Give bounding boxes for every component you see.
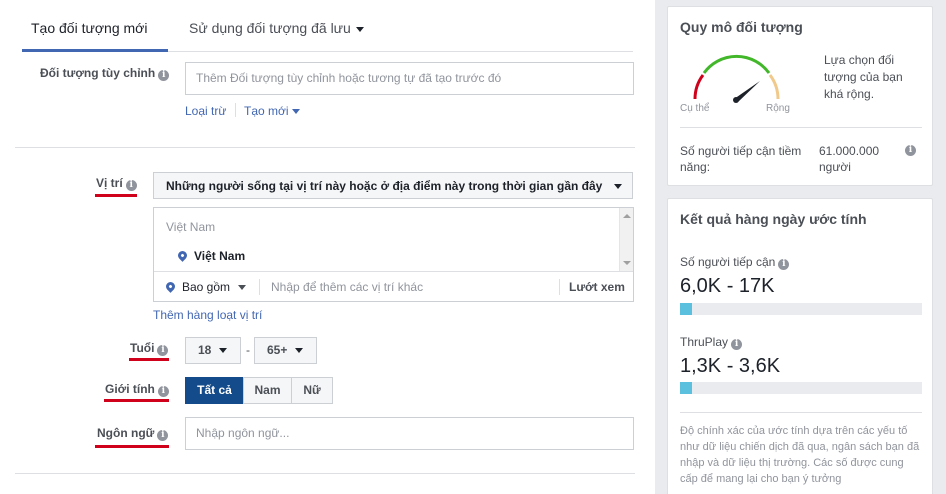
age-dash: -: [246, 343, 250, 357]
section-divider: [15, 147, 635, 148]
age-label-text: Tuổi: [130, 341, 155, 355]
exclude-link[interactable]: Loại trừ: [185, 104, 226, 118]
targeting-panel: Tạo đối tượng mới Sử dụng đối tượng đã l…: [0, 0, 655, 494]
tab-saved-audience[interactable]: Sử dụng đối tượng đã lưu: [189, 20, 364, 36]
add-location-input[interactable]: Nhập để thêm các vị trí khác: [271, 280, 423, 294]
gender-underline: [104, 399, 169, 402]
country-header: Việt Nam: [166, 220, 216, 234]
info-icon[interactable]: i: [905, 145, 916, 156]
location-label: Vị trí i: [96, 176, 137, 191]
caret-down-icon: [238, 285, 247, 291]
custom-audience-input[interactable]: Thêm Đối tượng tùy chỉnh hoặc tương tự đ…: [185, 62, 634, 95]
divider: [559, 279, 560, 295]
section-divider: [15, 473, 635, 474]
age-min-select[interactable]: 18: [185, 337, 241, 364]
map-pin-icon: [164, 280, 177, 294]
audience-size-title: Quy mô đối tượng: [680, 19, 803, 35]
language-input[interactable]: Nhập ngôn ngữ...: [185, 417, 634, 450]
location-add-bar: Bao gồm Nhập để thêm các vị trí khác Lướ…: [154, 271, 633, 302]
location-underline: [95, 194, 137, 197]
caret-down-icon: [219, 348, 228, 354]
include-dropdown-value: Bao gồm: [182, 280, 231, 294]
browse-button[interactable]: Lướt xem: [569, 280, 625, 294]
divider: [259, 279, 260, 295]
location-type-value: Những người sống tại vị trí này hoặc ở đ…: [166, 179, 603, 193]
scroll-down-icon[interactable]: [623, 261, 631, 265]
gender-male-button[interactable]: Nam: [243, 377, 292, 404]
location-label-text: Vị trí: [96, 176, 123, 190]
gender-label-text: Giới tính: [105, 382, 155, 396]
caret-down-icon: [614, 184, 622, 189]
gauge-broad-label: Rộng: [766, 103, 790, 114]
map-pin-icon: [176, 249, 189, 263]
age-max-value: 65+: [267, 343, 288, 357]
selected-location-name: Việt Nam: [194, 249, 246, 263]
caret-down-icon: [291, 109, 300, 115]
info-icon[interactable]: i: [125, 180, 137, 191]
daily-reach-label-text: Số người tiếp cận: [680, 255, 776, 269]
daily-reach-bar: [680, 303, 922, 315]
thruplay-bar-fill: [680, 382, 693, 394]
tab-new-audience[interactable]: Tạo đối tượng mới: [22, 20, 168, 52]
gender-label: Giới tính i: [105, 382, 169, 397]
divider: [235, 103, 236, 117]
estimate-disclaimer: Độ chính xác của ước tính dựa trên các y…: [680, 425, 920, 485]
info-icon[interactable]: i: [731, 339, 743, 350]
gender-all-button[interactable]: Tất cả: [185, 377, 244, 404]
create-new-link[interactable]: Tạo mới: [244, 104, 300, 118]
age-min-value: 18: [198, 343, 212, 357]
info-icon[interactable]: i: [158, 70, 170, 81]
gauge-specific-label: Cụ thể: [680, 103, 710, 114]
audience-tabs: Tạo đối tượng mới Sử dụng đối tượng đã l…: [22, 14, 633, 52]
caret-down-icon: [295, 348, 304, 354]
tab-saved-audience-label: Sử dụng đối tượng đã lưu: [189, 20, 351, 36]
daily-reach-bar-fill: [680, 303, 693, 315]
daily-results-card: Kết quả hàng ngày ước tính Số người tiếp…: [667, 198, 933, 494]
include-dropdown[interactable]: Bao gồm: [164, 280, 247, 294]
thruplay-value: 1,3K - 3,6K: [680, 355, 781, 377]
daily-results-title: Kết quả hàng ngày ước tính: [680, 211, 867, 227]
potential-reach-label: Số người tiếp cận tiềm năng:: [680, 144, 802, 174]
potential-reach-value: 61.000.000 người: [819, 144, 880, 174]
daily-reach-value: 6,0K - 17K: [680, 275, 775, 297]
language-underline: [95, 445, 169, 448]
age-label: Tuổi i: [130, 341, 169, 356]
location-list: Việt Nam Việt Nam Bao gồm Nhập để thêm c…: [153, 207, 634, 302]
info-icon[interactable]: i: [157, 345, 169, 356]
create-new-label: Tạo mới: [244, 104, 289, 118]
caret-down-icon: [355, 26, 364, 32]
custom-audience-label-text: Đối tượng tùy chỉnh: [40, 66, 156, 80]
custom-audience-label: Đối tượng tùy chỉnh i: [40, 66, 170, 81]
info-icon[interactable]: i: [157, 386, 169, 397]
audience-size-card: Quy mô đối tượng Cụ thể Rộng Lựa chọn đố…: [667, 6, 933, 186]
scroll-up-icon[interactable]: [623, 214, 631, 218]
divider: [680, 412, 922, 413]
thruplay-label: ThruPlay i: [680, 335, 743, 350]
divider: [680, 127, 922, 128]
info-icon[interactable]: i: [157, 430, 169, 441]
bulk-add-locations-link[interactable]: Thêm hàng loạt vị trí: [153, 308, 262, 322]
language-label-text: Ngôn ngữ: [97, 426, 155, 440]
location-type-dropdown[interactable]: Những người sống tại vị trí này hoặc ở đ…: [153, 172, 633, 199]
selected-location[interactable]: Việt Nam: [176, 249, 246, 263]
thruplay-bar: [680, 382, 922, 394]
audience-size-description: Lựa chọn đối tượng của bạn khá rộng.: [824, 53, 903, 101]
language-label: Ngôn ngữ i: [97, 426, 169, 441]
thruplay-label-text: ThruPlay: [680, 335, 729, 349]
age-max-select[interactable]: 65+: [254, 337, 317, 364]
age-underline: [129, 358, 169, 361]
daily-reach-label: Số người tiếp cận i: [680, 255, 790, 270]
info-icon[interactable]: i: [778, 259, 790, 270]
gender-female-button[interactable]: Nữ: [291, 377, 333, 404]
location-scrollbar[interactable]: [619, 208, 633, 271]
gauge-icon: [693, 54, 780, 103]
